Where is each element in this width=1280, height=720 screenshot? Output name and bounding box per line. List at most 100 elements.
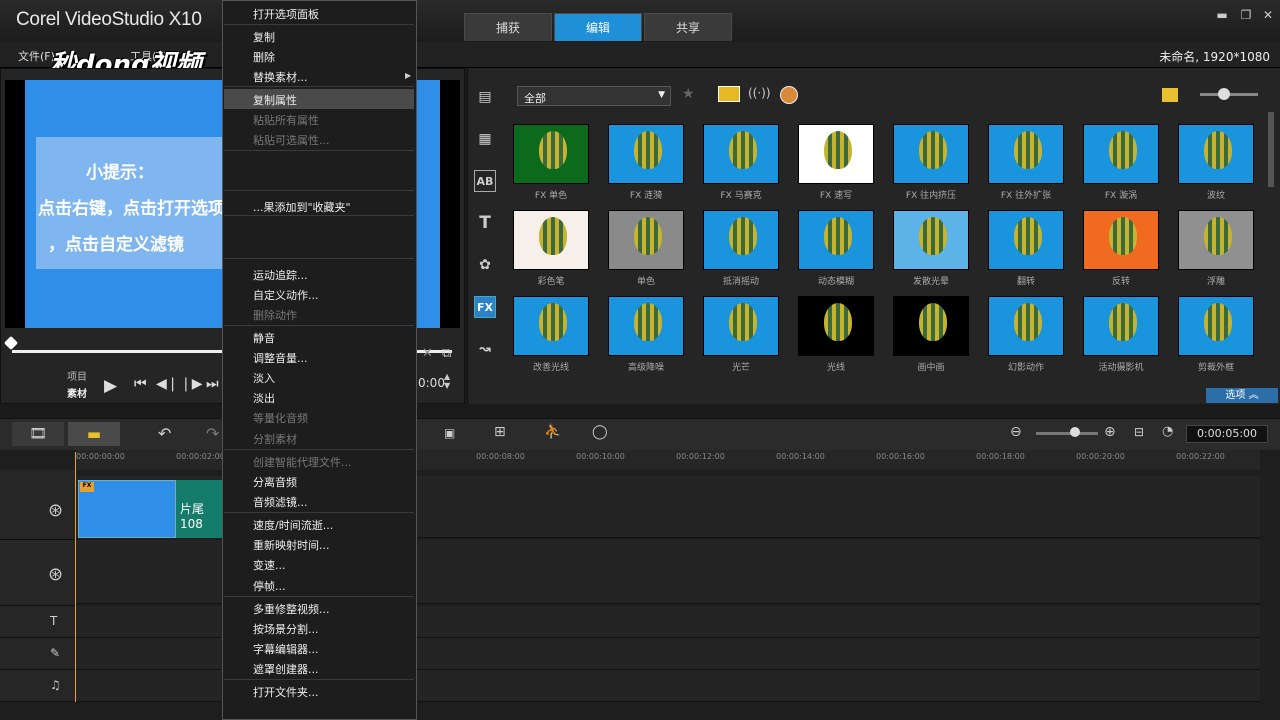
- video-filter-icon[interactable]: [718, 86, 740, 102]
- filter-thumbnail[interactable]: 光芒: [697, 290, 785, 374]
- filter-fx-icon[interactable]: FX: [474, 296, 496, 318]
- filter-thumbnail[interactable]: FX 往内挤压: [887, 118, 975, 202]
- library-scrollbar[interactable]: [1268, 112, 1274, 187]
- context-menu-item[interactable]: 创建智能代理文件...: [253, 454, 352, 470]
- context-menu-item[interactable]: 淡入: [253, 370, 275, 386]
- context-menu-item[interactable]: 淡出: [253, 390, 275, 406]
- storyboard-view-icon[interactable]: 🎞: [12, 422, 64, 446]
- close-icon[interactable]: ✕: [1260, 8, 1276, 22]
- motion-track-icon[interactable]: ⛹: [544, 424, 561, 440]
- context-menu-item[interactable]: 调整音量...: [253, 350, 308, 366]
- filter-thumbnail[interactable]: 活动摄影机: [1077, 290, 1165, 374]
- context-menu-item[interactable]: 打开文件夹...: [253, 684, 319, 700]
- filter-thumbnail[interactable]: 动态模糊: [792, 204, 880, 288]
- home-icon[interactable]: ⏮: [134, 376, 147, 392]
- media-icon[interactable]: ▤: [474, 86, 496, 108]
- clip-mode-label[interactable]: 素材: [67, 385, 87, 400]
- title-icon[interactable]: T: [474, 212, 496, 234]
- context-menu-item[interactable]: ...果添加到"收藏夹": [253, 199, 351, 215]
- copy-frame-icon[interactable]: ⧉: [442, 346, 451, 361]
- filter-thumbnail[interactable]: 画中画: [887, 290, 975, 374]
- project-mode-label[interactable]: 项目: [67, 368, 87, 383]
- context-menu-item[interactable]: 遮罩创建器...: [253, 661, 319, 677]
- context-menu-item[interactable]: 粘贴可选属性...: [253, 132, 330, 148]
- filter-thumbnail[interactable]: 光线: [792, 290, 880, 374]
- cut-x-icon[interactable]: ✕: [422, 346, 433, 361]
- filter-thumbnail[interactable]: 彩色笔: [507, 204, 595, 288]
- options-button[interactable]: 选项 ︽: [1206, 388, 1278, 403]
- end-icon[interactable]: ⏭: [206, 376, 219, 392]
- context-menu-item[interactable]: 删除: [253, 49, 275, 65]
- filter-thumbnail[interactable]: 高级降噪: [602, 290, 690, 374]
- filter-thumbnail[interactable]: 改善光线: [507, 290, 595, 374]
- library-category-select[interactable]: 全部 ▼: [517, 86, 671, 106]
- context-menu-item[interactable]: 打开选项面板: [253, 6, 319, 22]
- filter-thumbnail[interactable]: FX 速写: [792, 118, 880, 202]
- time-stepper-icon[interactable]: ▲ ▼: [444, 372, 450, 390]
- context-menu-item[interactable]: 运动追踪...: [253, 267, 308, 283]
- multi-cam-icon[interactable]: ⊞: [494, 424, 506, 440]
- global-filter-icon[interactable]: [780, 86, 798, 104]
- filter-thumbnail[interactable]: 单色: [602, 204, 690, 288]
- context-menu-item[interactable]: 粘贴所有属性: [253, 112, 319, 128]
- filter-thumbnail[interactable]: 浮雕: [1172, 204, 1260, 288]
- context-menu-item[interactable]: 复制: [253, 29, 275, 45]
- mask-icon[interactable]: ◯: [592, 424, 608, 440]
- restore-icon[interactable]: ❐: [1238, 8, 1254, 22]
- context-menu-item[interactable]: 替换素材...: [253, 69, 308, 85]
- context-menu-item[interactable]: 复制属性: [253, 92, 297, 108]
- context-menu-item[interactable]: 停帧...: [253, 578, 286, 594]
- filter-thumbnail[interactable]: 抵消摇动: [697, 204, 785, 288]
- end-clip[interactable]: 片尾108: [176, 480, 224, 538]
- context-menu-item[interactable]: 自定义动作...: [253, 287, 319, 303]
- context-menu-item[interactable]: 字幕编辑器...: [253, 641, 319, 657]
- tab-share[interactable]: 共享: [644, 13, 732, 41]
- play-icon[interactable]: ▶: [104, 376, 117, 396]
- filter-thumbnail[interactable]: FX 漩涡: [1077, 118, 1165, 202]
- instant-project-icon[interactable]: ▦: [474, 128, 496, 150]
- graphic-icon[interactable]: ✿: [474, 254, 496, 276]
- filter-thumbnail[interactable]: FX 往外扩张: [982, 118, 1070, 202]
- filter-thumbnail[interactable]: FX 马赛克: [697, 118, 785, 202]
- undo-icon[interactable]: ↶: [158, 424, 171, 443]
- context-menu-item[interactable]: 多重修整视频...: [253, 601, 330, 617]
- context-menu-item[interactable]: 按场景分割...: [253, 621, 319, 637]
- path-icon[interactable]: ↝: [474, 338, 496, 360]
- filter-thumbnail[interactable]: 发散光晕: [887, 204, 975, 288]
- context-menu-item[interactable]: 删除动作: [253, 307, 297, 323]
- context-menu-item[interactable]: 音频滤镜...: [253, 494, 308, 510]
- context-menu-item[interactable]: 等量化音频: [253, 410, 308, 426]
- thumb-size-handle[interactable]: [1218, 88, 1230, 100]
- fit-project-icon[interactable]: ⊟: [1134, 425, 1144, 439]
- redo-icon[interactable]: ↷: [206, 424, 219, 443]
- audio-filter-icon[interactable]: ((·)): [748, 86, 771, 100]
- project-duration[interactable]: 0:00:05:00: [1186, 425, 1268, 443]
- playhead[interactable]: [75, 452, 76, 702]
- view-options-icon[interactable]: [1162, 88, 1178, 102]
- context-menu-item[interactable]: 变速...: [253, 557, 286, 573]
- filter-thumbnail[interactable]: 幻影动作: [982, 290, 1070, 374]
- transition-icon[interactable]: AB: [474, 170, 496, 192]
- filter-thumbnail[interactable]: 波纹: [1172, 118, 1260, 202]
- tab-edit[interactable]: 编辑: [554, 13, 642, 41]
- filter-thumbnail[interactable]: 翻转: [982, 204, 1070, 288]
- add-favorite-icon[interactable]: ★: [682, 86, 695, 102]
- zoom-in-icon[interactable]: ⊕: [1104, 424, 1116, 440]
- prev-frame-icon[interactable]: ◀❘: [156, 376, 179, 392]
- filter-thumbnail[interactable]: 反转: [1077, 204, 1165, 288]
- zoom-handle[interactable]: [1070, 427, 1080, 437]
- player-time[interactable]: 0:00: [418, 376, 445, 390]
- context-menu-item[interactable]: 分离音频: [253, 474, 297, 490]
- zoom-slider[interactable]: [1036, 432, 1098, 435]
- filter-thumbnail[interactable]: 剪裁外框: [1172, 290, 1260, 374]
- filter-thumbnail[interactable]: FX 单色: [507, 118, 595, 202]
- timeline-view-icon[interactable]: ▬: [68, 422, 120, 446]
- tab-capture[interactable]: 捕获: [464, 13, 552, 41]
- filter-thumbnail[interactable]: FX 涟漪: [602, 118, 690, 202]
- context-menu-item[interactable]: 重新映射时间...: [253, 537, 330, 553]
- context-menu-item[interactable]: 静音: [253, 330, 275, 346]
- title-safe-icon[interactable]: ▣: [444, 426, 455, 440]
- zoom-out-icon[interactable]: ⊖: [1010, 424, 1022, 440]
- next-frame-icon[interactable]: ❘▶: [180, 376, 203, 392]
- minimize-icon[interactable]: ▬: [1214, 8, 1230, 22]
